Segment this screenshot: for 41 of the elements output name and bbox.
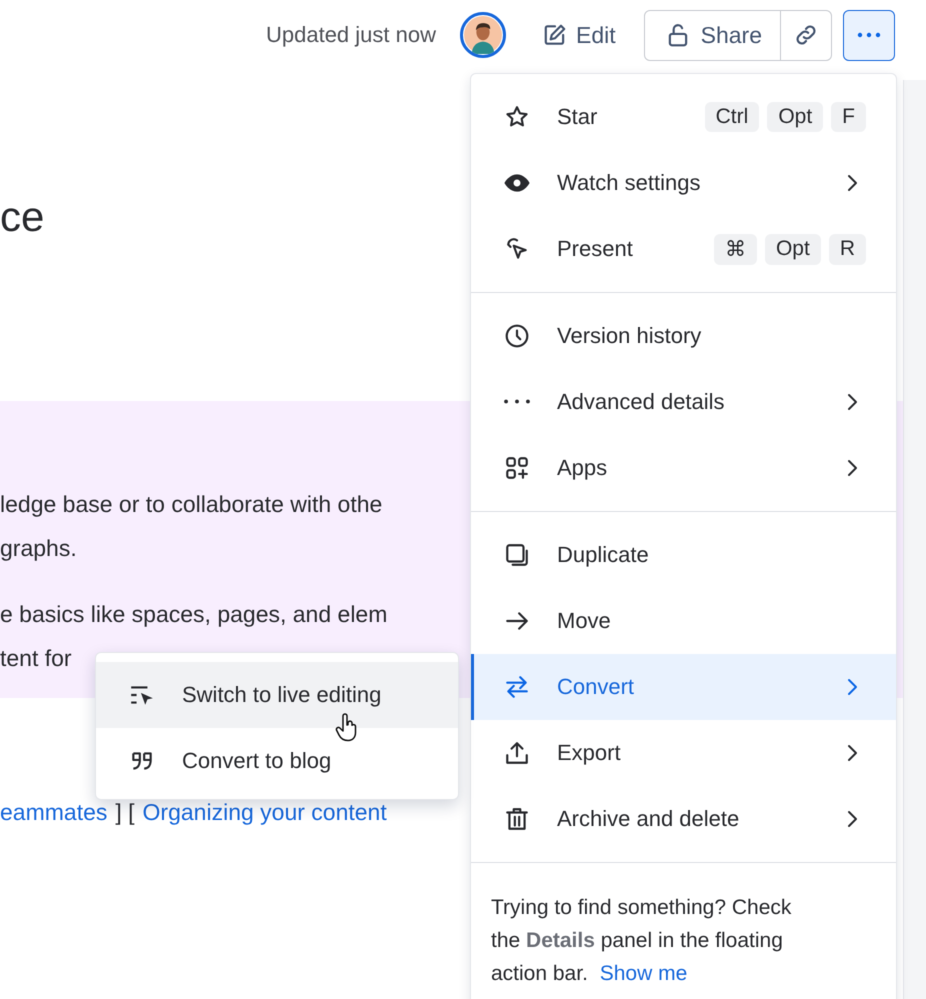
menu-item[interactable]: Version history	[471, 303, 896, 369]
shortcut-key: Opt	[767, 102, 824, 132]
edit-button[interactable]: Edit	[536, 10, 622, 60]
menu-item[interactable]: Advanced details	[471, 369, 896, 435]
menu-item[interactable]: Watch settings	[471, 150, 896, 216]
page-title: ce	[0, 192, 46, 242]
menu-item[interactable]: Star Ctrl Opt F	[471, 84, 896, 150]
paragraph-line: graphs.	[0, 534, 77, 563]
duplicate-icon	[504, 542, 530, 568]
shortcut-key: R	[828, 234, 866, 264]
paragraph-line: e basics like spaces, pages, and elem	[0, 600, 388, 629]
menu-item[interactable]: Export	[471, 720, 896, 786]
submenu-item[interactable]: Switch to live editing	[96, 662, 458, 728]
hand-cursor-icon	[335, 713, 359, 743]
clock-icon	[504, 323, 530, 349]
menu-item[interactable]: Archive and delete	[471, 786, 896, 852]
more-actions-button[interactable]	[843, 10, 895, 60]
paragraph-line: ledge base or to collaborate with othe	[0, 490, 382, 519]
menu-item[interactable]: Convert	[471, 654, 896, 720]
show-me-link[interactable]: Show me	[600, 962, 688, 985]
avatar-icon[interactable]	[460, 12, 506, 58]
menu-item[interactable]: Present ⌘ Opt R	[471, 216, 896, 282]
share-button[interactable]: Share	[644, 10, 781, 60]
upload-icon	[504, 740, 530, 766]
help-text: Trying to find something? Check the Details panel in the floating action bar. Show me	[490, 895, 792, 987]
shortcut-key: ⌘	[714, 234, 757, 264]
menu-item[interactable]: Duplicate	[471, 522, 896, 588]
link-separator: ] [	[115, 798, 135, 827]
pencil-icon	[542, 22, 568, 48]
more-icon	[857, 32, 881, 38]
menu-item[interactable]: Apps	[471, 435, 896, 501]
trash-icon	[504, 806, 530, 832]
menu-item[interactable]: Move	[471, 588, 896, 654]
shortcut-key: F	[831, 102, 866, 132]
dots-icon	[504, 399, 530, 404]
swap-icon	[504, 674, 530, 700]
shortcut-key: Ctrl	[704, 102, 760, 132]
apps-icon	[504, 455, 530, 481]
paragraph-line: tent for	[0, 644, 72, 673]
shortcut-key: Opt	[764, 234, 821, 264]
updated-status: Updated just now	[266, 22, 436, 48]
